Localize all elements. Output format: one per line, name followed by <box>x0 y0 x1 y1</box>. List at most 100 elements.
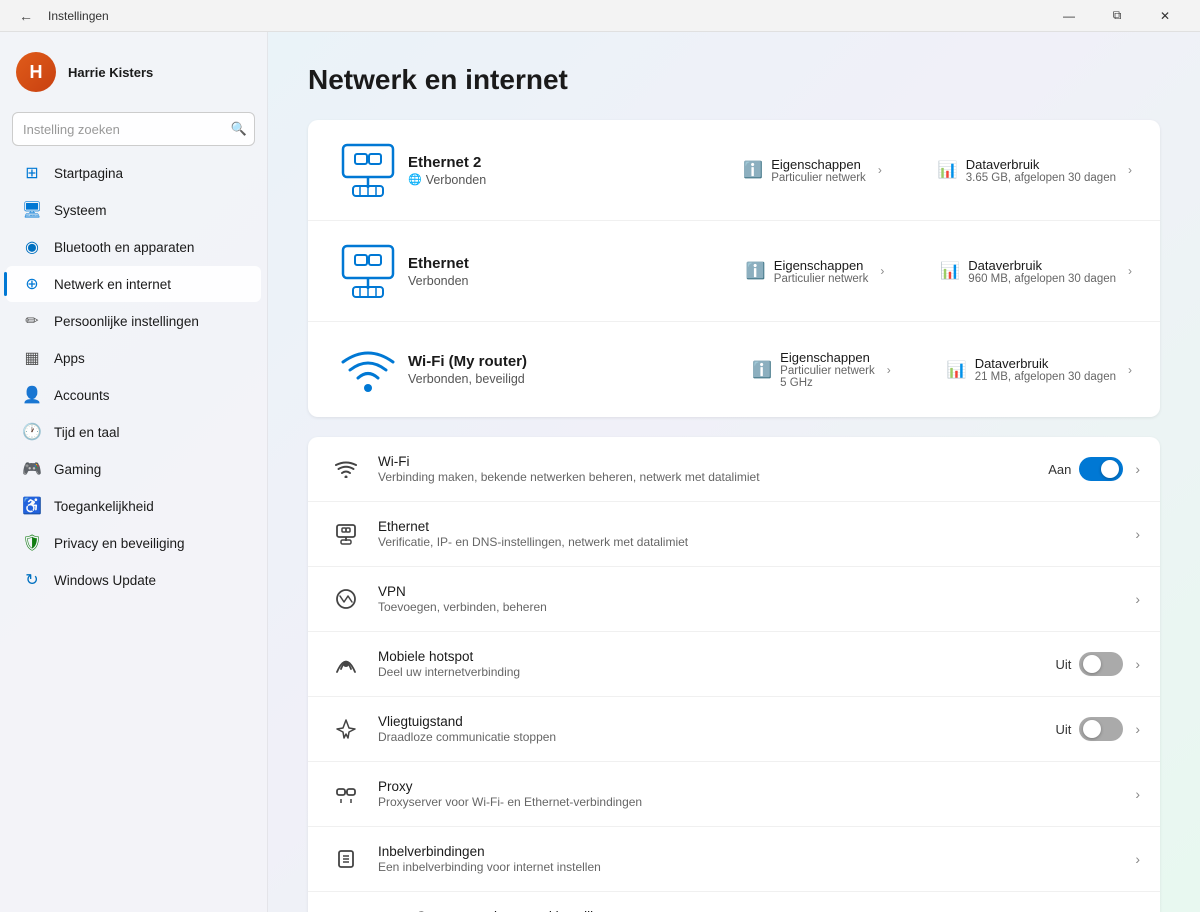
sidebar-item-startpagina[interactable]: ⊞Startpagina <box>6 155 261 191</box>
mobiele-hotspot-toggle[interactable] <box>1079 652 1123 676</box>
minimize-button[interactable]: — <box>1046 0 1092 32</box>
sidebar-item-netwerk[interactable]: ⊕Netwerk en internet <box>6 266 261 302</box>
wifi-setting-toggle-thumb <box>1101 460 1119 478</box>
prop-chevron-Eigenschappen: › <box>878 163 882 177</box>
ethernet-name: Ethernet <box>408 255 738 272</box>
ethernet-setting-desc: Verificatie, IP- en DNS-instellingen, ne… <box>378 535 1131 549</box>
prop-icon-Eigenschappen: ℹ️ <box>752 360 772 380</box>
ethernet2-info: Ethernet 2 🌐Verbonden <box>408 154 735 187</box>
close-button[interactable]: ✕ <box>1142 0 1188 32</box>
sidebar-item-privacy[interactable]: 🛡Privacy en beveiliging <box>6 525 261 561</box>
sidebar-item-apps[interactable]: ▦ Apps <box>6 340 261 376</box>
network-card-wifi[interactable]: Wi-Fi (My router)Verbonden, beveiligd ℹ️ E… <box>308 322 1160 417</box>
sidebar-item-label-persoonlijk: Persoonlijke instellingen <box>54 314 199 329</box>
settings-item-geavanceerd[interactable]: → Geavanceerde netwerkinstellingenAlle n… <box>308 892 1160 912</box>
search-icon: 🔍 <box>231 121 247 137</box>
ethernet-setting-content: EthernetVerificatie, IP- en DNS-instelli… <box>378 519 1131 549</box>
inbelverbindingen-chevron: › <box>1135 851 1140 867</box>
wifi-status: Verbonden, beveiligd <box>408 372 744 386</box>
sidebar-item-accounts[interactable]: 👤Accounts <box>6 377 261 413</box>
network-cards: Ethernet 2🌐Verbondenℹ️EigenschappenParti… <box>308 120 1160 417</box>
settings-list: Wi-FiVerbinding maken, bekende netwerken… <box>308 437 1160 912</box>
ethernet2-name: Ethernet 2 <box>408 154 735 171</box>
inbelverbindingen-content: InbelverbindingenEen inbelverbinding voo… <box>378 844 1131 874</box>
sidebar-nav: ⊞Startpagina🖥Systeem ◉ Bluetooth en appara… <box>0 154 267 599</box>
wifi-setting-chevron: › <box>1135 461 1140 477</box>
mobiele-hotspot-chevron: › <box>1135 656 1140 672</box>
ethernet-prop-dataverbruik[interactable]: 📊Dataverbruik960 MB, afgelopen 30 dagen› <box>932 254 1140 289</box>
mobiele-hotspot-desc: Deel uw internetverbinding <box>378 665 1055 679</box>
wifi-prop-dataverbruik[interactable]: 📊 Dataverbruik21 MB, afgelopen 30 dagen › <box>939 352 1140 387</box>
sidebar-item-tijd[interactable]: 🕐Tijd en taal <box>6 414 261 450</box>
settings-item-vpn[interactable]: VPNToevoegen, verbinden, beheren› <box>308 567 1160 632</box>
geavanceerd-icon <box>366 906 402 912</box>
vliegtuigstand-content: VliegtuigstandDraadloze communicatie sto… <box>378 714 1055 744</box>
accounts-icon: 👤 <box>22 385 42 405</box>
sidebar-item-label-bluetooth: Bluetooth en apparaten <box>54 240 194 255</box>
vpn-desc: Toevoegen, verbinden, beheren <box>378 600 1131 614</box>
ethernet2-status: 🌐Verbonden <box>408 173 735 187</box>
settings-item-mobiele-hotspot[interactable]: Mobiele hotspotDeel uw internetverbindin… <box>308 632 1160 697</box>
wifi-props: ℹ️EigenschappenParticulier netwerk 5 GHz… <box>744 346 1140 393</box>
prop-label-Eigenschappen: Eigenschappen <box>780 350 875 365</box>
prop-chevron-Eigenschappen: › <box>887 363 891 377</box>
prop-chevron-Dataverbruik: › <box>1128 363 1132 377</box>
network-card-ethernet[interactable]: EthernetVerbondenℹ️EigenschappenParticul… <box>308 221 1160 322</box>
settings-item-inbelverbindingen[interactable]: InbelverbindingenEen inbelverbinding voo… <box>308 827 1160 892</box>
wifi-info: Wi-Fi (My router)Verbonden, beveiligd <box>408 353 744 386</box>
prop-label-Dataverbruik: Dataverbruik <box>975 356 1116 371</box>
sidebar-item-gaming[interactable]: 🎮Gaming <box>6 451 261 487</box>
sidebar-item-windows-update[interactable]: ↻Windows Update <box>6 562 261 598</box>
restore-button[interactable]: ⧉ <box>1094 0 1140 32</box>
settings-item-wifi-setting[interactable]: Wi-FiVerbinding maken, bekende netwerken… <box>308 437 1160 502</box>
prop-sub-Dataverbruik: 21 MB, afgelopen 30 dagen <box>975 371 1116 383</box>
ethernet-prop-eigenschappen[interactable]: ℹ️EigenschappenParticulier netwerk› <box>738 254 893 289</box>
tijd-icon: 🕐 <box>22 422 42 442</box>
ethernet2-connected-icon: 🌐 <box>408 173 422 186</box>
vliegtuigstand-chevron: › <box>1135 721 1140 737</box>
prop-chevron-Eigenschappen: › <box>880 264 884 278</box>
prop-icon-Dataverbruik: 📊 <box>947 360 967 380</box>
sidebar-item-systeem[interactable]: 🖥Systeem <box>6 192 261 228</box>
sidebar-item-bluetooth[interactable]: ◉ Bluetooth en apparaten <box>6 229 261 265</box>
wifi-setting-title: Wi-Fi <box>378 454 1048 469</box>
search-box: 🔍 <box>12 112 255 146</box>
mobiele-hotspot-toggle-label: Uit <box>1055 657 1071 672</box>
apps-icon: ▦ <box>22 348 42 368</box>
window-controls: — ⧉ ✕ <box>1046 0 1188 32</box>
back-button[interactable]: ← <box>12 2 40 30</box>
sidebar-item-label-toegankelijkheid: Toegankelijkheid <box>54 499 154 514</box>
inbelverbindingen-desc: Een inbelverbinding voor internet instel… <box>378 860 1131 874</box>
ethernet2-prop-eigenschappen[interactable]: ℹ️EigenschappenParticulier netwerk› <box>735 153 890 188</box>
vliegtuigstand-icon <box>328 711 364 747</box>
vliegtuigstand-toggle[interactable] <box>1079 717 1123 741</box>
settings-item-proxy[interactable]: ProxyProxyserver voor Wi-Fi- en Ethernet… <box>308 762 1160 827</box>
sidebar: H Harrie Kisters 🔍 ⊞Startpagina🖥Systeem◉… <box>0 32 268 912</box>
proxy-desc: Proxyserver voor Wi-Fi- en Ethernet-verb… <box>378 795 1131 809</box>
search-input[interactable] <box>12 112 255 146</box>
startpagina-icon: ⊞ <box>22 163 42 183</box>
sidebar-item-toegankelijkheid[interactable]: ♿Toegankelijkheid <box>6 488 261 524</box>
settings-item-ethernet-setting[interactable]: EthernetVerificatie, IP- en DNS-instelli… <box>308 502 1160 567</box>
wifi-prop-eigenschappen[interactable]: ℹ️EigenschappenParticulier netwerk 5 GHz… <box>744 346 899 393</box>
prop-label-Eigenschappen: Eigenschappen <box>774 258 869 273</box>
prop-icon-Eigenschappen: ℹ️ <box>746 261 766 281</box>
prop-sub-Dataverbruik: 3.65 GB, afgelopen 30 dagen <box>966 172 1116 184</box>
mobiele-hotspot-title: Mobiele hotspot <box>378 649 1055 664</box>
ethernet2-network-icon <box>328 140 408 200</box>
ethernet-info: EthernetVerbonden <box>408 255 738 288</box>
prop-sub-Eigenschappen: Particulier netwerk <box>771 172 866 184</box>
ethernet2-prop-dataverbruik[interactable]: 📊Dataverbruik3.65 GB, afgelopen 30 dagen… <box>930 153 1140 188</box>
settings-item-vliegtuigstand[interactable]: VliegtuigstandDraadloze communicatie sto… <box>308 697 1160 762</box>
network-card-ethernet2[interactable]: Ethernet 2🌐Verbondenℹ️EigenschappenParti… <box>308 120 1160 221</box>
sidebar-item-persoonlijk[interactable]: ✏Persoonlijke instellingen <box>6 303 261 339</box>
avatar: H <box>16 52 56 92</box>
titlebar: ← Instellingen — ⧉ ✕ <box>0 0 1200 32</box>
sidebar-item-label-apps: Apps <box>54 351 85 366</box>
prop-label-Eigenschappen: Eigenschappen <box>771 157 866 172</box>
bluetooth-icon: ◉ <box>22 237 42 257</box>
profile-name: Harrie Kisters <box>68 65 153 80</box>
ethernet-setting-title: Ethernet <box>378 519 1131 534</box>
wifi-setting-toggle[interactable] <box>1079 457 1123 481</box>
ethernet-props: ℹ️EigenschappenParticulier netwerk›📊Data… <box>738 254 1140 289</box>
